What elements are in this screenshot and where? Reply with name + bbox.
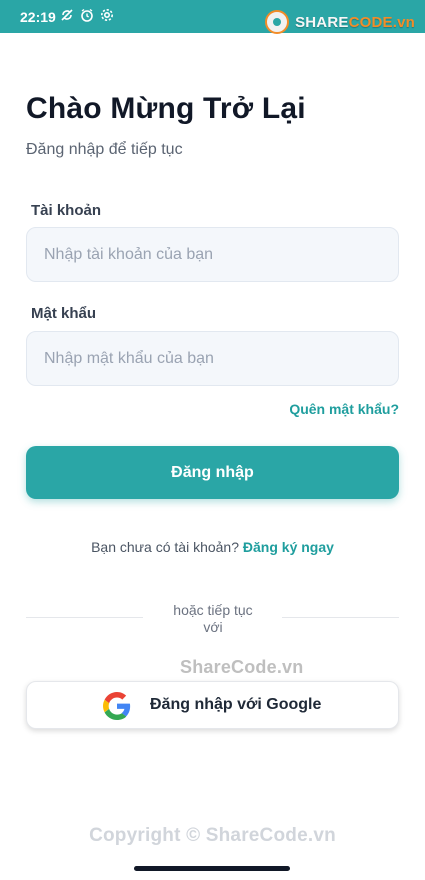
divider-line-right [282,617,399,618]
alarm-icon [80,8,94,22]
status-bar: 22:19 SHARECODE.vn [0,0,425,34]
watermark-brand-suffix: CODE.vn [348,13,415,31]
google-login-label: Đăng nhập với Google [150,696,322,713]
password-input[interactable]: Nhập mật khẩu của bạn [26,331,399,386]
forgot-password-link[interactable]: Quên mật khẩu? [289,401,399,417]
watermark-copyright: Copyright © ShareCode.vn [89,825,336,846]
divider-text: hoặc tiếp tục với [163,602,263,636]
page-subtitle: Đăng nhập để tiếp tục [26,141,183,158]
status-icons [60,8,114,22]
login-button[interactable]: Đăng nhập [26,446,399,499]
password-label: Mật khẩu [31,305,97,322]
divider-line-left [26,617,143,618]
status-time: 22:19 [20,9,56,25]
password-placeholder: Nhập mật khẩu của bạn [44,349,214,367]
account-label: Tài khoản [31,202,102,219]
divider-text-line1: hoặc tiếp tục [173,602,253,618]
account-placeholder: Nhập tài khoản của bạn [44,245,214,263]
page-title: Chào Mừng Trở Lại [26,92,306,125]
divider-text-line2: với [203,619,223,635]
watermark-logo: SHARECODE.vn [265,10,415,34]
no-sync-icon [60,8,74,22]
watermark-brand-prefix: SHARE [295,13,349,31]
watermark-brand: SHARECODE.vn [295,14,415,31]
account-input[interactable]: Nhập tài khoản của bạn [26,227,399,282]
watermark-mid: ShareCode.vn [180,657,304,677]
google-icon [103,692,131,720]
signup-row: Bạn chưa có tài khoản? Đăng ký ngay [0,539,425,555]
google-login-button[interactable]: Đăng nhập với Google [26,681,399,729]
watermark-logo-icon [265,10,290,34]
home-indicator[interactable] [134,866,290,871]
signup-link[interactable]: Đăng ký ngay [243,539,334,555]
gear-icon [100,8,114,22]
signup-prompt: Bạn chưa có tài khoản? [91,539,239,555]
